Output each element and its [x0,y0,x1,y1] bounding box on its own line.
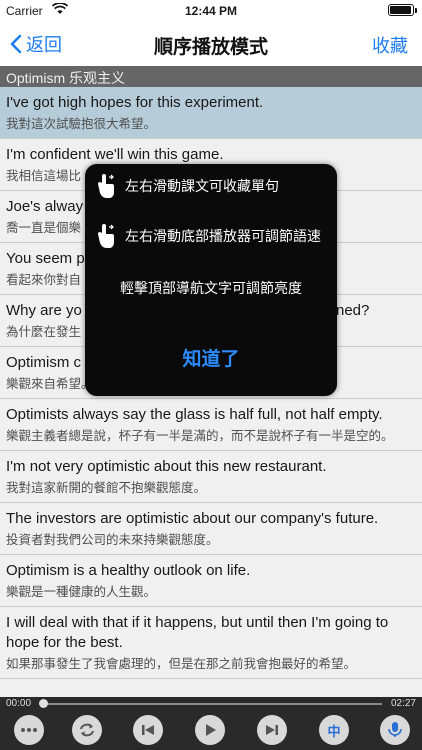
current-time: 00:00 [6,698,32,709]
navigation-bar: 返回 順序播放模式 收藏 [0,22,422,66]
language-toggle-button[interactable]: 中 [319,715,349,745]
progress-knob[interactable] [39,699,48,708]
play-icon [206,724,216,736]
more-button[interactable] [14,715,44,745]
favorite-button[interactable]: 收藏 [372,32,408,58]
progress-bar[interactable]: 00:00 02:27 [0,697,422,711]
chevron-left-icon [10,34,22,54]
audio-player[interactable]: 00:00 02:27 中 [0,697,422,750]
status-bar: Carrier 12:44 PM [0,0,422,22]
back-button[interactable]: 返回 [10,31,62,57]
got-it-button[interactable]: 知道了 [85,344,337,371]
next-button[interactable] [257,715,287,745]
voice-button[interactable] [380,715,410,745]
swipe-hand-icon [98,224,114,248]
previous-button[interactable] [133,715,163,745]
repeat-button[interactable] [72,715,102,745]
tips-popup: 左右滑動課文可收藏單句 左右滑動底部播放器可調節語速 輕擊頂部導航文字可調節亮度… [85,164,337,396]
play-button[interactable] [195,715,225,745]
back-label: 返回 [26,35,62,55]
battery-icon [388,4,417,16]
language-label: 中 [327,723,341,739]
swipe-hand-icon [98,174,114,198]
tip-text: 左右滑動底部播放器可調節語速 [125,228,321,244]
progress-track[interactable] [40,703,382,705]
previous-icon [142,725,154,735]
voice-icon [388,722,402,737]
next-icon [266,725,278,735]
tip-text: 輕擊頂部導航文字可調節亮度 [120,280,302,296]
more-icon [21,728,37,732]
total-time: 02:27 [390,698,416,709]
page-title[interactable]: 順序播放模式 [0,32,422,59]
repeat-icon [80,723,94,737]
clock: 12:44 PM [184,4,238,18]
tip-text: 左右滑動課文可收藏單句 [125,178,279,194]
